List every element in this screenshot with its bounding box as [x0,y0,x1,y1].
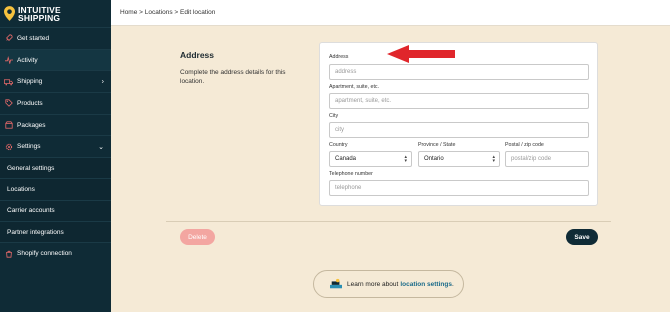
sidebar-item-get-started[interactable]: Get started [0,27,111,49]
select-arrows-icon: ▴ ▾ [492,154,495,164]
tag-icon [4,99,13,108]
province-select[interactable]: Ontario ▴ ▾ [418,151,500,167]
breadcrumb[interactable]: Home > Locations > Edit location [120,9,215,16]
province-label: Province / State [418,142,456,148]
apt-input[interactable]: apartment, suite, etc. [329,93,589,109]
sidebar-item-activity[interactable]: Activity [0,48,111,71]
sidebar-item-shipping[interactable]: Shipping › [0,70,111,92]
gear-icon [4,142,13,151]
sidebar-item-label: Settings [17,143,41,151]
sidebar-subitem-general-settings[interactable]: General settings [0,157,111,179]
location-settings-link[interactable]: location settings [400,281,452,288]
learn-more-prefix: Learn more about [347,280,399,288]
sidebar-subitem-locations[interactable]: Locations [0,178,111,200]
sidebar-subitem-carrier-accounts[interactable]: Carrier accounts [0,199,111,222]
truck-icon [4,77,13,86]
brand-line2: SHIPPING [18,12,61,23]
country-select[interactable]: Canada ▴ ▾ [329,151,412,167]
top-bar: Home > Locations > Edit location [111,0,670,26]
chevron-right-icon: › [101,78,104,86]
sidebar-subitem-label: Carrier accounts [7,207,55,215]
activity-icon [4,56,13,65]
location-pin-icon [4,6,15,21]
chevron-down-icon: ⌄ [98,143,104,151]
shopify-icon [4,249,13,258]
country-value: Canada [335,156,357,162]
sidebar-item-label: Shipping [17,78,43,86]
phone-input[interactable]: telephone [329,180,589,196]
address-form-card: Address address Apartment, suite, etc. a… [319,42,598,206]
sidebar-subitem-partner-integrations[interactable]: Partner integrations [0,221,111,243]
postal-input[interactable]: postal/zip code [505,151,589,167]
sidebar-item-packages[interactable]: Packages [0,113,111,136]
sidebar-item-settings[interactable]: Settings ⌄ [0,135,111,157]
select-arrows-icon: ▴ ▾ [404,154,407,164]
sidebar: INTUITIVE SHIPPING Get started Activity … [0,0,111,312]
province-value: Ontario [424,156,444,162]
address-label: Address [329,54,349,60]
sidebar-item-shopify-connection[interactable]: Shopify connection [0,242,111,264]
learn-more-suffix: . [451,280,454,288]
delete-button[interactable]: Delete [180,229,215,245]
sidebar-item-label: Products [17,99,43,107]
brand-logo[interactable]: INTUITIVE SHIPPING [0,0,111,27]
section-title: Address [180,50,215,60]
sidebar-item-products[interactable]: Products [0,92,111,114]
learn-books-icon [330,278,342,289]
learn-more-pill: Learn more about location settings . [313,270,464,298]
sidebar-item-label: Get started [17,34,50,42]
postal-label: Postal / zip code [505,142,544,148]
country-label: Country [329,142,348,148]
sidebar-subitem-label: Partner integrations [7,228,64,236]
sidebar-subitem-label: Locations [7,186,35,194]
city-label: City [329,113,339,119]
sidebar-item-label: Shopify connection [17,250,72,258]
rocket-icon [4,34,13,43]
apt-label: Apartment, suite, etc. [329,84,380,90]
address-input[interactable]: address [329,64,589,80]
sidebar-item-label: Packages [17,121,46,129]
sidebar-nav: Get started Activity Shipping › Products [0,27,111,264]
city-input[interactable]: city [329,122,589,138]
phone-label: Telephone number [329,171,373,177]
red-arrow-icon [387,45,455,63]
section-description: Complete the address details for this lo… [180,69,286,85]
sidebar-subitem-label: General settings [7,164,55,172]
divider [166,221,611,222]
save-button[interactable]: Save [566,229,598,245]
box-icon [4,121,13,130]
sidebar-item-label: Activity [17,56,38,64]
